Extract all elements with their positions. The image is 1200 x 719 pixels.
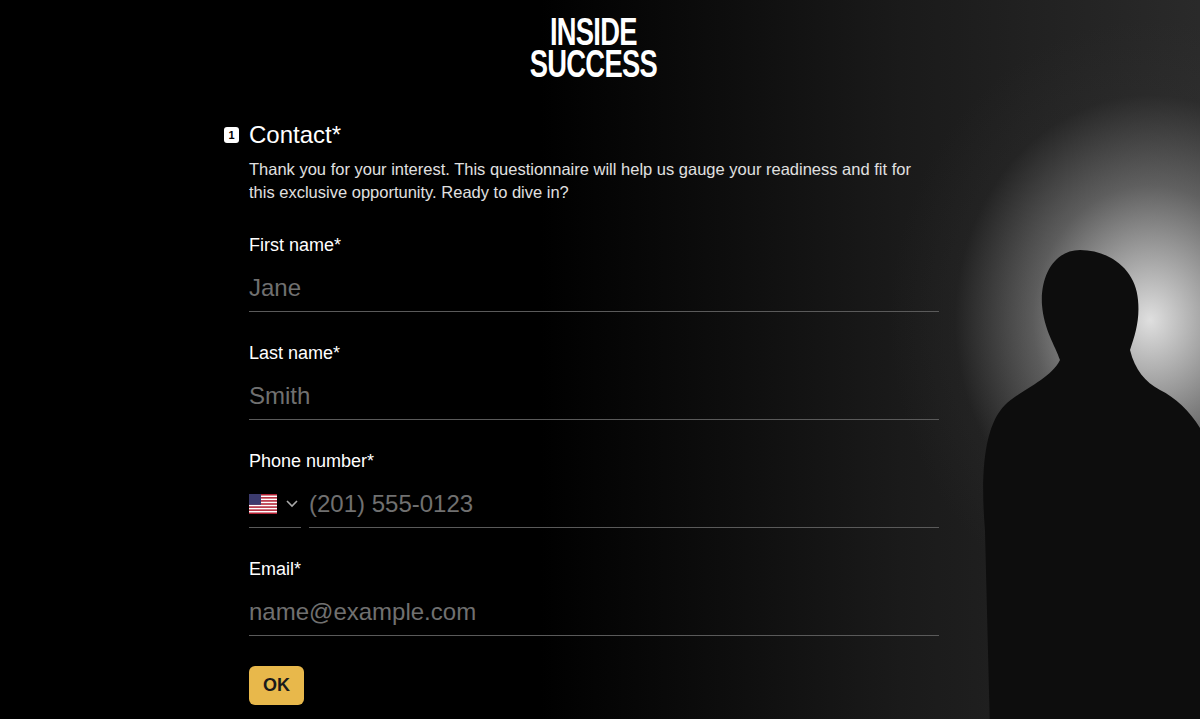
chevron-down-icon: [285, 499, 299, 509]
woman-silhouette-icon: [960, 230, 1200, 719]
question-description: Thank you for your interest. This questi…: [249, 158, 939, 204]
logo: INSIDE SUCCESS: [0, 0, 1200, 86]
form-field: Email*: [249, 558, 939, 636]
field-label: Email*: [249, 558, 939, 580]
question-title: Contact*: [249, 120, 341, 150]
phone-row: [249, 484, 939, 528]
text-input[interactable]: [249, 592, 939, 636]
field-label: First name*: [249, 234, 939, 256]
phone-input[interactable]: [309, 484, 939, 528]
form-field: Phone number*: [249, 450, 939, 528]
form-field: First name*: [249, 234, 939, 312]
us-flag-icon: [249, 494, 277, 514]
question-header: 1 Contact*: [224, 120, 940, 150]
contact-form: 1 Contact* Thank you for your interest. …: [224, 120, 940, 705]
field-label: Phone number*: [249, 450, 939, 472]
text-input[interactable]: [249, 376, 939, 420]
question-number: 1: [224, 127, 239, 143]
country-select[interactable]: [249, 484, 301, 528]
ok-button[interactable]: OK: [249, 666, 304, 705]
page: INSIDE SUCCESS 1 Contact* Thank you for …: [0, 0, 1200, 719]
logo-line: INSIDE: [550, 16, 637, 48]
text-input[interactable]: [249, 268, 939, 312]
field-label: Last name*: [249, 342, 939, 364]
form-field: Last name*: [249, 342, 939, 420]
logo-line: SUCCESS: [529, 48, 656, 80]
